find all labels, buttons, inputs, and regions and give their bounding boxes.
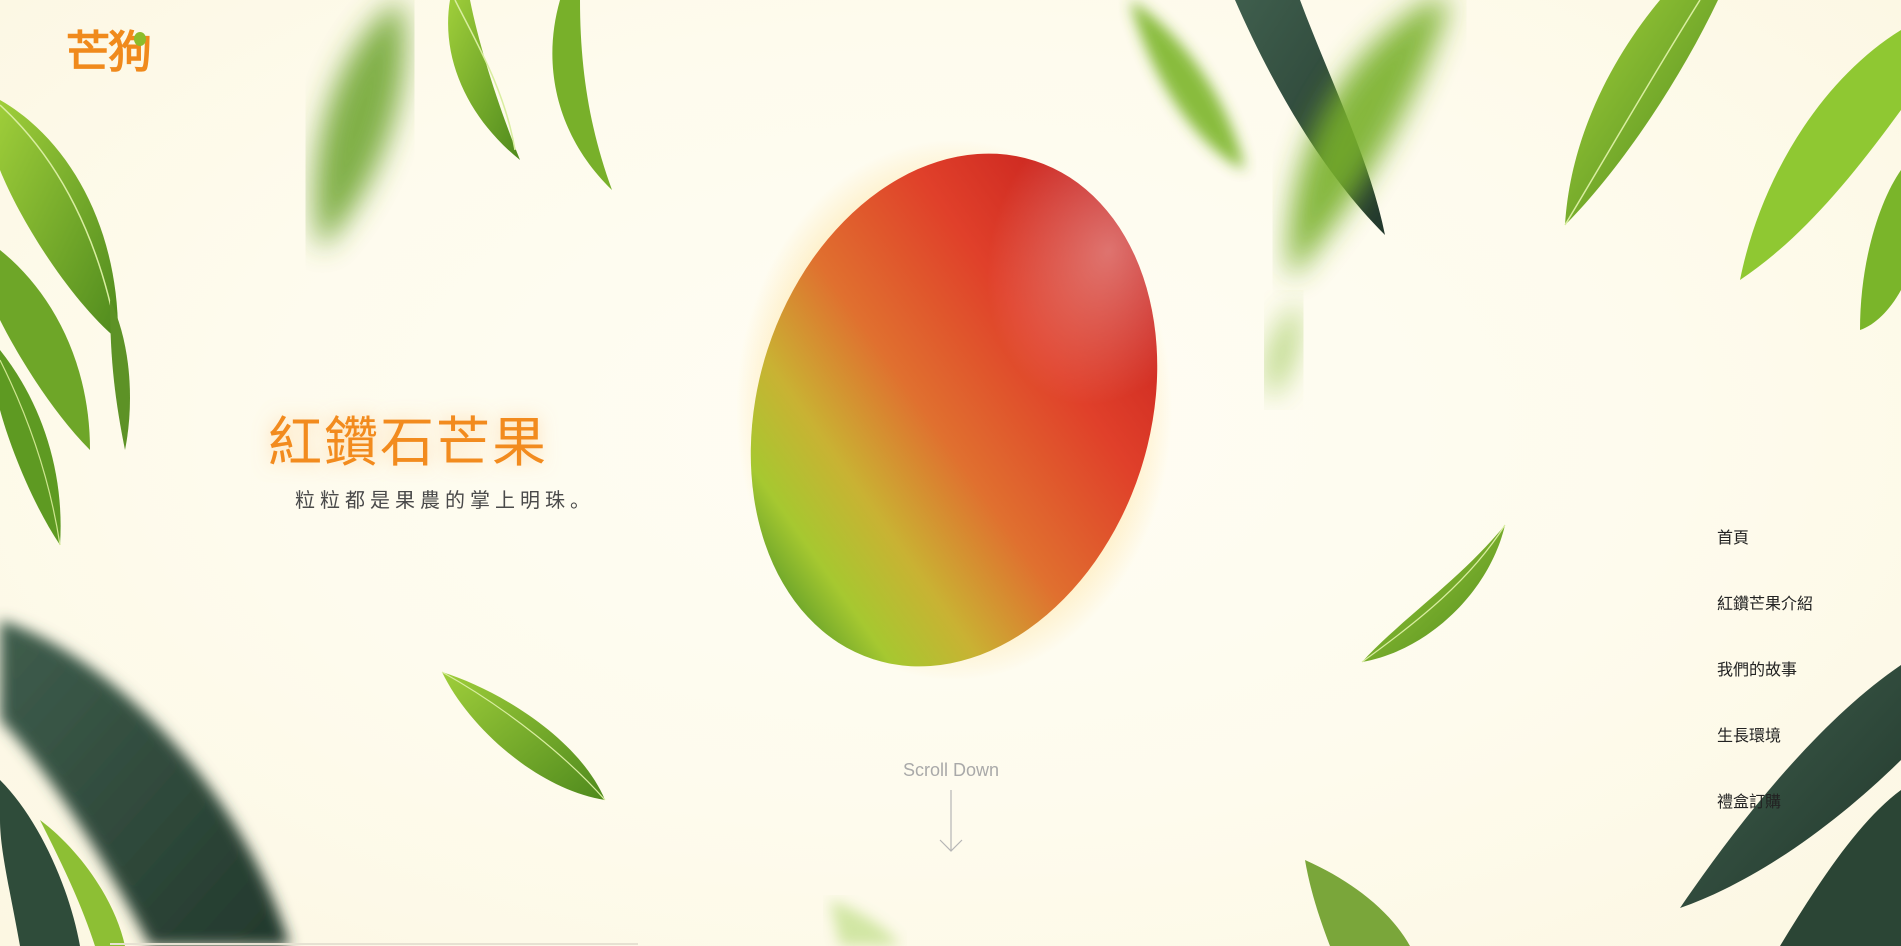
nav-item-gift-order[interactable]: 禮盒訂購 — [1717, 788, 1857, 854]
nav-item-mango-intro[interactable]: 紅鑽芒果介紹 — [1717, 590, 1857, 656]
nav-item-our-story[interactable]: 我們的故事 — [1717, 656, 1857, 722]
nav-item-environment[interactable]: 生長環境 — [1717, 722, 1857, 788]
nav-item-home[interactable]: 首頁 — [1717, 524, 1857, 590]
divider — [110, 943, 638, 945]
hero-subtitle: 粒粒都是果農的掌上明珠。 — [295, 488, 595, 512]
hero-title: 紅鑽石芒果 — [268, 411, 548, 474]
main-nav: 首頁 紅鑽芒果介紹 我們的故事 生長環境 禮盒訂購 — [1717, 524, 1857, 854]
logo-dot-icon — [134, 32, 146, 46]
landing-page: 芒狗 紅鑽石芒果 粒粒都是果農的掌上明珠。 Scroll Down 首頁 紅鑽芒… — [0, 0, 1901, 946]
arrow-down-icon[interactable] — [938, 790, 964, 852]
mango-image — [736, 140, 1172, 680]
scroll-down-label[interactable]: Scroll Down — [880, 760, 1022, 781]
brand-logo[interactable]: 芒狗 — [66, 16, 152, 80]
